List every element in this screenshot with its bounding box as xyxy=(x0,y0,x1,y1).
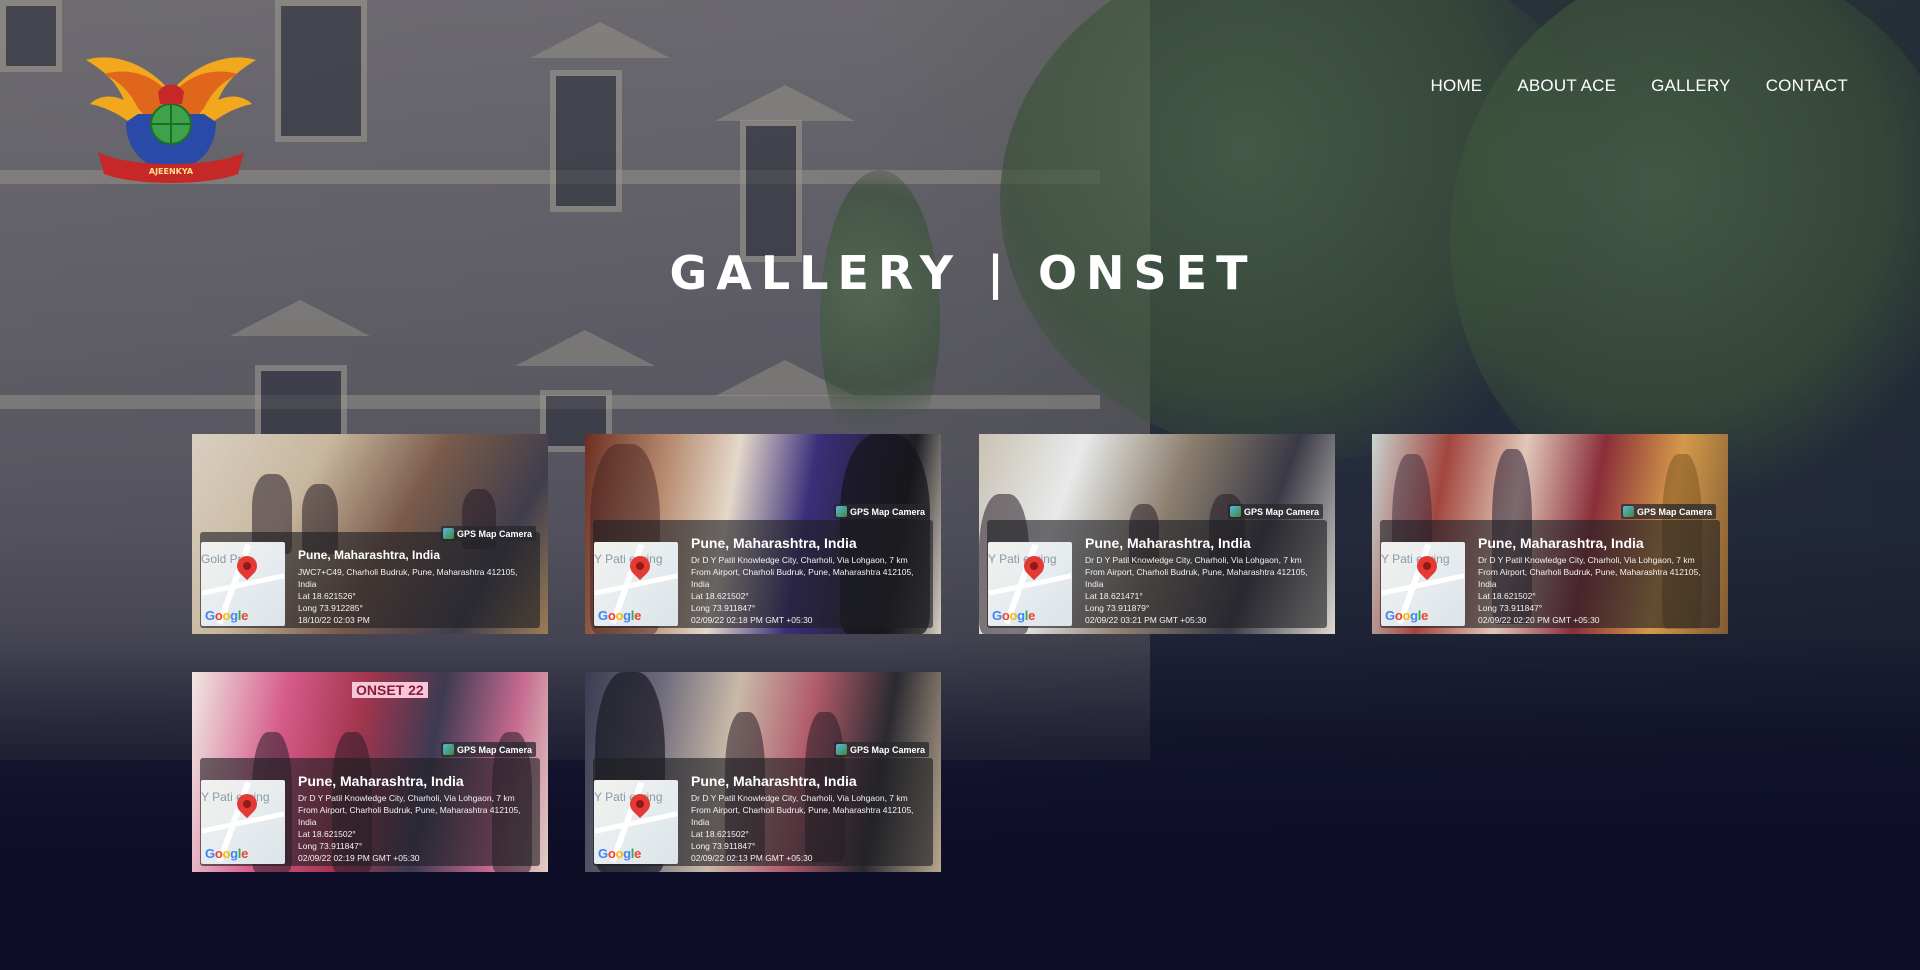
gps-map-camera-icon xyxy=(835,506,847,517)
building-pediment xyxy=(715,85,855,121)
google-logo: Google xyxy=(1385,608,1429,623)
gallery-item[interactable]: GPS Map Camera Gold Priy Google Pune, Ma… xyxy=(192,434,548,634)
map-thumbnail: Y Pati eering Google xyxy=(201,780,285,864)
map-thumbnail: Y Pati eering Google xyxy=(1381,542,1465,626)
building-window xyxy=(0,0,62,72)
gps-map-camera-icon xyxy=(835,744,847,755)
gps-map-camera-icon xyxy=(442,528,454,539)
google-logo: Google xyxy=(205,846,249,861)
gps-map-camera-icon xyxy=(442,744,454,755)
nav-about-ace[interactable]: ABOUT ACE xyxy=(1517,76,1616,96)
gps-info: Pune, Maharashtra, India Dr D Y Patil Kn… xyxy=(691,773,914,863)
map-thumbnail: Y Pati eering Google xyxy=(988,542,1072,626)
building-window xyxy=(740,120,802,262)
gps-info: Pune, Maharashtra, India Dr D Y Patil Kn… xyxy=(1478,535,1701,625)
nav-contact[interactable]: CONTACT xyxy=(1766,76,1848,96)
building-pediment xyxy=(515,330,655,366)
gps-info: Pune, Maharashtra, India Dr D Y Patil Kn… xyxy=(298,773,521,863)
building-window xyxy=(550,70,622,212)
gallery-item[interactable]: GPS Map Camera Y Pati eering Google Pune… xyxy=(585,434,941,634)
google-logo: Google xyxy=(205,608,249,623)
gps-info: Pune, Maharashtra, India JWC7+C49, Charh… xyxy=(298,548,518,625)
gallery-item[interactable]: GPS Map Camera Y Pati eering Google Pune… xyxy=(585,672,941,872)
nav-home[interactable]: HOME xyxy=(1431,76,1483,96)
google-logo: Google xyxy=(992,608,1036,623)
gps-map-camera-tag: GPS Map Camera xyxy=(833,742,929,757)
building-pediment xyxy=(530,22,670,58)
page: AJEENKYA HOME ABOUT ACE GALLERY CONTACT … xyxy=(0,0,1920,970)
gallery-item[interactable]: GPS Map Camera Y Pati eering Google Pune… xyxy=(979,434,1335,634)
gallery-item[interactable]: ONSET 22 GPS Map Camera Y Pati eering Go… xyxy=(192,672,548,872)
nav-gallery[interactable]: GALLERY xyxy=(1651,76,1731,96)
building-window xyxy=(275,0,367,142)
gps-map-camera-icon xyxy=(1229,506,1241,517)
gps-info: Pune, Maharashtra, India Dr D Y Patil Kn… xyxy=(691,535,914,625)
google-logo: Google xyxy=(598,846,642,861)
gps-map-camera-tag: GPS Map Camera xyxy=(1620,504,1716,519)
map-thumbnail: Y Pati eering Google xyxy=(594,542,678,626)
building-pediment xyxy=(230,300,370,336)
svg-text:AJEENKYA: AJEENKYA xyxy=(149,167,194,176)
google-logo: Google xyxy=(598,608,642,623)
page-title: GALLERY | ONSET xyxy=(669,246,1257,300)
map-thumbnail: Y Pati eering Google xyxy=(594,780,678,864)
winged-crest-logo[interactable]: AJEENKYA xyxy=(86,52,256,184)
gps-map-camera-tag: GPS Map Camera xyxy=(440,526,536,541)
gallery-item[interactable]: GPS Map Camera Y Pati eering Google Pune… xyxy=(1372,434,1728,634)
gps-info: Pune, Maharashtra, India Dr D Y Patil Kn… xyxy=(1085,535,1308,625)
gps-map-camera-tag: GPS Map Camera xyxy=(833,504,929,519)
background-tree xyxy=(820,170,940,470)
gps-map-camera-tag: GPS Map Camera xyxy=(1227,504,1323,519)
main-nav: HOME ABOUT ACE GALLERY CONTACT xyxy=(1431,76,1848,96)
map-thumbnail: Gold Priy Google xyxy=(201,542,285,626)
gps-map-camera-tag: GPS Map Camera xyxy=(440,742,536,757)
banner-text: ONSET 22 xyxy=(352,682,428,698)
gps-map-camera-icon xyxy=(1622,506,1634,517)
